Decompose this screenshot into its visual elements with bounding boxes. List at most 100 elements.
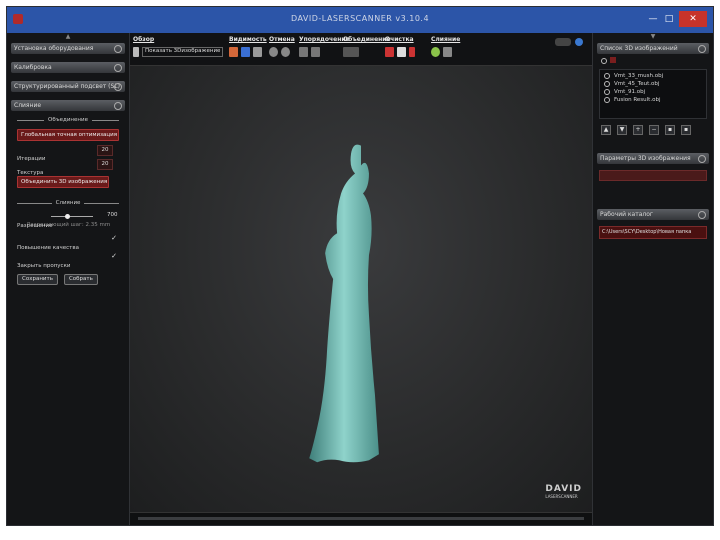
toolbar-group-fusion: Слияние <box>431 36 460 57</box>
holes-label: Закрыть пропуски <box>17 263 71 269</box>
method-dropdown[interactable]: Глобальная точная оптимизация <box>17 129 119 141</box>
list-item[interactable]: Vmt_45_Teut.obj <box>604 80 702 88</box>
combine-3d-label: Объединить 3D изображения <box>21 179 108 185</box>
panel-workdir[interactable]: Рабочий каталог <box>597 209 709 220</box>
workdir-path-text: C:\Users\SCY\Desktop\Новая папка <box>602 229 692 235</box>
show-3d-button[interactable]: Показать 3Dизображение <box>142 47 224 57</box>
combine-section-title: Объединение <box>17 117 119 123</box>
undo-icon[interactable] <box>269 47 278 57</box>
help-icon[interactable] <box>575 38 583 46</box>
expand-icon[interactable] <box>114 45 122 53</box>
sort-icon[interactable] <box>311 47 320 57</box>
params-header-label: Параметры 3D изображения <box>600 155 691 162</box>
right-sidebar: ▼ Список 3D изображений Vmt_33_mush.obj … <box>592 33 713 525</box>
logo-subtitle: LASERSCANNER <box>545 494 578 499</box>
workdir-path[interactable]: C:\Users\SCY\Desktop\Новая папка <box>599 226 707 239</box>
panel-structured-light[interactable]: Структурированный подсвет (SL) <box>11 81 125 92</box>
status-bar <box>130 512 592 525</box>
redo-icon[interactable] <box>281 47 290 57</box>
expand-icon[interactable] <box>114 83 122 91</box>
maximize-button[interactable]: □ <box>661 11 677 27</box>
minimize-button[interactable]: — <box>645 11 661 27</box>
quality-checkbox[interactable]: ✓ <box>111 234 117 242</box>
brush-icon[interactable] <box>385 47 394 57</box>
eye-icon[interactable] <box>604 73 610 79</box>
eye-icon[interactable] <box>604 89 610 95</box>
statue-model <box>309 144 379 463</box>
panel-sl-label: Структурированный подсвет (SL) <box>14 83 121 90</box>
toolbar-combine-label: Объединение <box>343 36 391 43</box>
combine-section-label: Объединение <box>48 117 88 123</box>
slider-knob[interactable] <box>65 214 70 219</box>
app-window: DAVID-LASERSCANNER v3.10.4 — □ ✕ Обзор П… <box>6 6 714 526</box>
iterations-input[interactable]: 20 <box>97 145 113 156</box>
move-up-button[interactable]: ▲ <box>601 125 611 135</box>
remove-button[interactable]: − <box>649 125 659 135</box>
trash-icon[interactable] <box>443 47 452 57</box>
trash-icon[interactable]: ▪ <box>681 125 691 135</box>
expand-icon[interactable] <box>114 64 122 72</box>
toolbar-cleanup-label: Очистка <box>385 36 414 43</box>
collapse-arrow-icon[interactable]: ▲ <box>7 33 129 41</box>
wireframe-icon[interactable] <box>253 47 262 57</box>
toolbar-group-visibility: Видимость <box>229 36 267 57</box>
resolution-slider[interactable] <box>51 214 93 219</box>
eye-icon[interactable] <box>133 47 139 57</box>
merge-button[interactable]: Собрать <box>63 274 98 285</box>
panel-fusion[interactable]: Слияние <box>11 100 125 111</box>
panel-hardware-setup[interactable]: Установка оборудования <box>11 43 125 54</box>
delete-icon[interactable] <box>409 47 415 57</box>
resolution-row: Разрешение 700 <box>7 212 129 229</box>
workdir-header-label: Рабочий каталог <box>600 211 654 218</box>
holes-checkbox[interactable]: ✓ <box>111 252 117 260</box>
panel-calibration[interactable]: Калибровка <box>11 62 125 73</box>
collapse-arrow-icon[interactable]: ▼ <box>593 33 713 41</box>
collapse-icon[interactable] <box>114 102 122 110</box>
help-controls <box>555 38 583 46</box>
add-button[interactable]: + <box>633 125 643 135</box>
move-down-button[interactable]: ▼ <box>617 125 627 135</box>
quality-label: Повышение качества <box>17 245 79 251</box>
settings-icon[interactable]: ▪ <box>665 125 675 135</box>
title-bar: DAVID-LASERSCANNER v3.10.4 — □ ✕ <box>7 7 713 33</box>
3d-image-list: Vmt_33_mush.obj Vmt_45_Teut.obj Vmt_91.o… <box>599 69 707 119</box>
fusion-section-title: Слияние <box>17 200 119 206</box>
list-item[interactable]: Vmt_33_mush.obj <box>604 72 702 80</box>
params-field[interactable] <box>599 170 707 181</box>
toolbar-fusion-label: Слияние <box>431 36 461 43</box>
list-visibility-row <box>601 57 705 65</box>
list-item[interactable]: Vmt_91.obj <box>604 88 702 96</box>
3d-viewport[interactable]: DAVID LASERSCANNER <box>130 66 592 513</box>
eye-icon[interactable] <box>604 81 610 87</box>
collapse-icon[interactable] <box>698 211 706 219</box>
list-header-label: Список 3D изображений <box>600 45 678 52</box>
left-sidebar: ▲ Установка оборудования Калибровка Стру… <box>7 33 130 525</box>
panel-3d-params[interactable]: Параметры 3D изображения <box>597 153 709 164</box>
combine-3d-button[interactable]: Объединить 3D изображения <box>17 176 109 188</box>
settings-icon[interactable] <box>555 38 571 46</box>
resolution-label: Разрешение <box>17 223 53 229</box>
color-swatch[interactable] <box>610 57 616 63</box>
collapse-icon[interactable] <box>698 155 706 163</box>
eraser-icon[interactable] <box>397 47 406 57</box>
list-item-label: Vmt_33_mush.obj <box>614 73 664 79</box>
shading-icon[interactable] <box>241 47 250 57</box>
resolution-value: 700 <box>107 212 118 218</box>
list-item[interactable]: Fusion Result.obj <box>604 96 702 104</box>
toolbar-group-combine: Объединение <box>343 36 391 57</box>
texture-input[interactable]: 20 <box>97 159 113 170</box>
combine-icon[interactable] <box>343 47 359 57</box>
holes-row: Закрыть пропуски ✓ <box>7 252 129 269</box>
eye-icon[interactable] <box>601 57 607 65</box>
list-icon[interactable] <box>299 47 308 57</box>
toolbar-undo-label: Отмена <box>269 36 295 43</box>
collapse-icon[interactable] <box>698 45 706 53</box>
save-button[interactable]: Сохранить <box>17 274 58 285</box>
texture-icon[interactable] <box>229 47 238 57</box>
close-button[interactable]: ✕ <box>679 11 707 27</box>
fusion-icon[interactable] <box>431 47 440 57</box>
list-item-label: Fusion Result.obj <box>614 97 661 103</box>
eye-icon[interactable] <box>604 97 610 103</box>
list-item-label: Vmt_91.obj <box>614 89 646 95</box>
panel-3d-list[interactable]: Список 3D изображений <box>597 43 709 54</box>
